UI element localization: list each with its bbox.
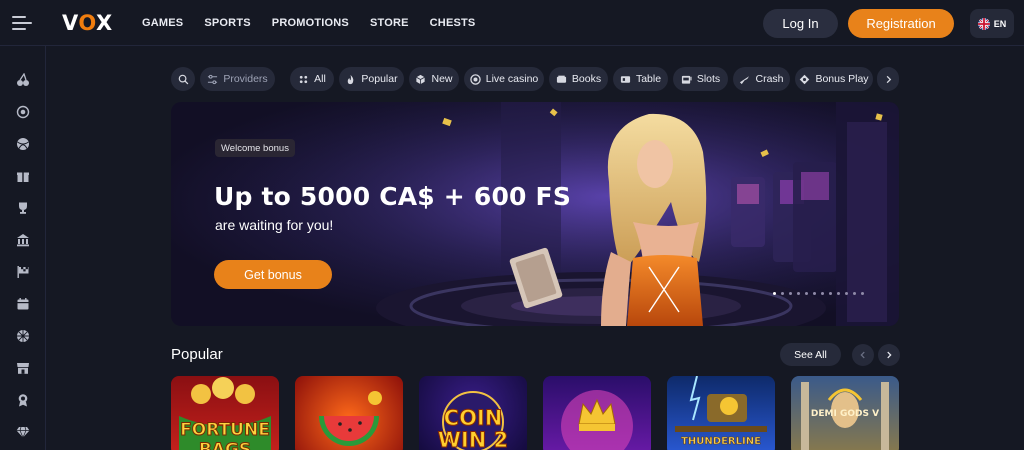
gift-icon[interactable] bbox=[16, 169, 30, 183]
chevron-right-icon bbox=[886, 75, 891, 83]
carousel-dot[interactable] bbox=[773, 292, 776, 295]
game-title: WIN 2 bbox=[437, 428, 509, 450]
nav-games[interactable]: GAMES bbox=[142, 17, 183, 29]
sidebar bbox=[0, 46, 46, 450]
game-card-coin-win-2[interactable]: COIN WIN 2 bbox=[419, 376, 527, 450]
flame-icon bbox=[348, 74, 354, 84]
store-icon[interactable] bbox=[16, 361, 30, 375]
registration-button[interactable]: Registration bbox=[848, 9, 954, 38]
filter-table[interactable]: Table bbox=[613, 67, 668, 91]
search-button[interactable] bbox=[171, 67, 195, 91]
chevron-right-icon bbox=[887, 351, 892, 359]
target-icon[interactable] bbox=[16, 105, 30, 119]
plane-icon bbox=[740, 75, 750, 84]
crown-art bbox=[561, 390, 633, 450]
carousel-dot[interactable] bbox=[845, 292, 848, 295]
filter-slots[interactable]: Slots bbox=[673, 67, 728, 91]
filter-crash[interactable]: Crash bbox=[733, 67, 790, 91]
filter-live-casino[interactable]: Live casino bbox=[464, 67, 544, 91]
carousel-dot[interactable] bbox=[861, 292, 864, 295]
carousel-dot[interactable] bbox=[837, 292, 840, 295]
cards-icon bbox=[620, 75, 631, 83]
game-title: THUNDERLINE bbox=[681, 436, 761, 448]
carousel-dot[interactable] bbox=[805, 292, 808, 295]
sliders-icon bbox=[208, 74, 218, 84]
nav-chests[interactable]: CHESTS bbox=[430, 17, 476, 29]
game-card-demi-gods[interactable]: DEMI GODS V bbox=[791, 376, 899, 450]
book-icon bbox=[556, 75, 566, 83]
slot-icon bbox=[681, 75, 692, 84]
welcome-bonus-badge: Welcome bonus bbox=[215, 139, 295, 157]
language-label: EN bbox=[993, 18, 1007, 29]
game-title: BAGS bbox=[198, 440, 252, 450]
language-selector[interactable]: EN bbox=[970, 9, 1014, 38]
bonus-icon bbox=[800, 74, 810, 84]
chevron-left-icon bbox=[860, 351, 865, 359]
search-icon bbox=[178, 74, 188, 84]
filter-label: Crash bbox=[755, 73, 784, 85]
filter-popular[interactable]: Popular bbox=[339, 67, 404, 91]
wheel-icon[interactable] bbox=[16, 329, 30, 343]
dots-icon bbox=[299, 75, 308, 83]
nav-store[interactable]: STORE bbox=[370, 17, 409, 29]
carousel-dot[interactable] bbox=[821, 292, 824, 295]
welcome-banner[interactable]: Welcome bonus Up to 5000 CA$ + 600 FS ar… bbox=[171, 102, 899, 326]
uk-flag-icon bbox=[977, 17, 990, 30]
filter-label: New bbox=[431, 73, 453, 85]
game-title: FORTUNE bbox=[180, 420, 271, 441]
game-card-crown-slot[interactable] bbox=[543, 376, 651, 450]
filter-bonus-play[interactable]: Bonus Play bbox=[795, 67, 873, 91]
nav-sports[interactable]: SPORTS bbox=[204, 17, 250, 29]
filter-label: Books bbox=[571, 73, 602, 85]
popular-next-button[interactable] bbox=[878, 344, 900, 366]
trophy-icon[interactable] bbox=[16, 201, 30, 215]
game-card-thunderline[interactable]: THUNDERLINE bbox=[667, 376, 775, 450]
filter-books[interactable]: Books bbox=[549, 67, 608, 91]
banner-subtitle: are waiting for you! bbox=[215, 217, 334, 233]
game-title: COIN bbox=[443, 406, 503, 431]
filter-label: Slots bbox=[696, 73, 721, 85]
game-card-fortune-bags[interactable]: FORTUNE BAGS bbox=[171, 376, 279, 450]
calendar-icon[interactable] bbox=[16, 297, 30, 311]
carousel-dot[interactable] bbox=[797, 292, 800, 295]
menu-toggle-icon[interactable] bbox=[12, 14, 34, 32]
carousel-dot[interactable] bbox=[829, 292, 832, 295]
filter-label: Bonus Play bbox=[815, 73, 869, 85]
filter-all[interactable]: All bbox=[290, 67, 334, 91]
bank-icon[interactable] bbox=[16, 233, 30, 247]
carousel-dot[interactable] bbox=[789, 292, 792, 295]
game-title: DEMI GODS V bbox=[810, 409, 880, 419]
popular-prev-button[interactable] bbox=[852, 344, 874, 366]
filter-label: Popular bbox=[361, 73, 398, 85]
carousel-dot[interactable] bbox=[853, 292, 856, 295]
cherries-icon[interactable] bbox=[16, 73, 30, 87]
banner-title: Up to 5000 CA$ + 600 FS bbox=[214, 182, 572, 211]
carousel-dots bbox=[773, 292, 864, 295]
top-bar: VOX GAMES SPORTS PROMOTIONS STORE CHESTS… bbox=[0, 0, 1024, 46]
popular-section-title: Popular bbox=[171, 346, 223, 363]
badge-icon[interactable] bbox=[16, 393, 30, 407]
filters-next-button[interactable] bbox=[877, 67, 899, 91]
see-all-button[interactable]: See All bbox=[780, 343, 841, 366]
nav-promotions[interactable]: PROMOTIONS bbox=[272, 17, 349, 29]
logo[interactable]: VOX bbox=[62, 11, 113, 35]
watermelon-art bbox=[319, 391, 382, 446]
diamond-icon[interactable] bbox=[16, 425, 30, 439]
carousel-dot[interactable] bbox=[781, 292, 784, 295]
filter-label: All bbox=[314, 73, 326, 85]
carousel-dot[interactable] bbox=[813, 292, 816, 295]
chip-icon bbox=[470, 73, 481, 85]
providers-filter[interactable]: Providers bbox=[200, 67, 275, 91]
ball-icon[interactable] bbox=[16, 137, 30, 151]
login-button[interactable]: Log In bbox=[763, 9, 838, 38]
main-nav: GAMES SPORTS PROMOTIONS STORE CHESTS bbox=[142, 17, 475, 29]
filter-new[interactable]: New bbox=[409, 67, 459, 91]
race-flag-icon[interactable] bbox=[16, 265, 30, 279]
filter-label: Table bbox=[635, 73, 662, 85]
filter-label: Live casino bbox=[485, 73, 539, 85]
game-card-fruit-slot[interactable] bbox=[295, 376, 403, 450]
get-bonus-button[interactable]: Get bonus bbox=[214, 260, 332, 289]
providers-label: Providers bbox=[223, 73, 268, 85]
cube-icon bbox=[416, 74, 426, 84]
